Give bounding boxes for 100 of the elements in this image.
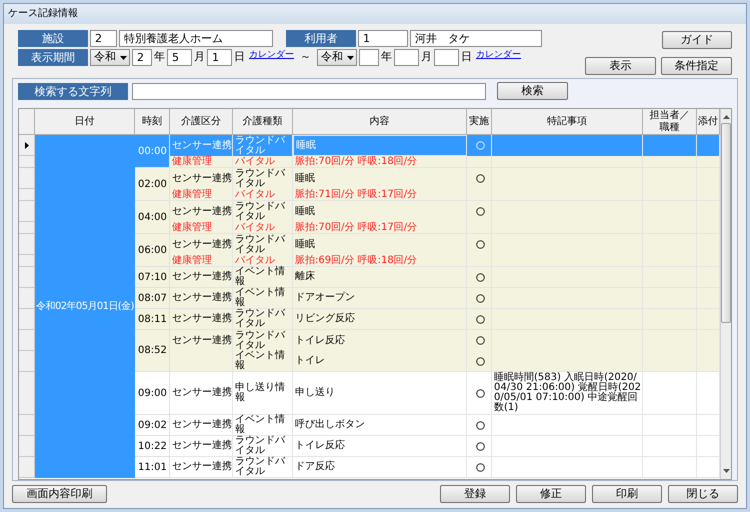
table-cell: ラウンドバイタル (233, 135, 293, 156)
table-cell: ドア反応 (293, 457, 467, 478)
time-cell: 08:11 (135, 309, 170, 330)
table-cell: 脈拍:70回/分 呼吸:18回/分 (293, 156, 467, 168)
table-cell: トイレ反応 (293, 330, 467, 351)
time-cell: 06:00 (135, 234, 170, 267)
action-button[interactable]: 画面内容印刷 (12, 485, 107, 503)
calendar-link[interactable]: カレンダー (249, 49, 294, 62)
scrollbar[interactable] (720, 109, 731, 479)
table-cell: 健康管理 (170, 189, 233, 201)
table-cell: リビング反応 (293, 309, 467, 330)
column-header[interactable]: 添付 (697, 109, 720, 135)
input-field[interactable]: 河井 タケ (410, 30, 542, 47)
time-cell: 02:00 (135, 168, 170, 201)
table-cell: センサー連携 (170, 457, 233, 478)
table-cell: 健康管理 (170, 255, 233, 267)
table-cell: 呼び出しボタン (293, 415, 467, 436)
time-cell: 08:52 (135, 330, 170, 372)
table-cell: センサー連携 (170, 267, 233, 288)
input-field[interactable]: 1 (207, 49, 232, 66)
input-field[interactable] (434, 49, 459, 66)
unit-label: 年 (154, 49, 165, 66)
circle-icon (476, 314, 484, 324)
table-cell: センサー連携 (170, 201, 233, 222)
search-field[interactable] (132, 82, 486, 100)
table-cell: ラウンドバイタル (233, 309, 293, 330)
field-label: 表示期間 (18, 49, 88, 66)
table-cell: トイレ (293, 351, 467, 372)
time-cell: 09:02 (135, 415, 170, 436)
table-cell: ドアオープン (293, 288, 467, 309)
table-cell: センサー連携 (170, 135, 233, 156)
table-cell: ラウンドバイタル (233, 201, 293, 222)
action-button[interactable]: ガイド (662, 31, 732, 49)
caret-icon (120, 56, 127, 60)
action-button[interactable]: 表示 (585, 57, 656, 75)
action-button[interactable]: 修正 (516, 485, 586, 503)
table-cell (697, 156, 720, 168)
column-header[interactable]: 担当者／職種 (643, 109, 697, 135)
table-cell (697, 351, 720, 372)
column-header[interactable]: 日付 (35, 109, 135, 135)
column-header[interactable]: 時刻 (135, 109, 170, 135)
table-cell: イベント情報 (233, 267, 293, 288)
input-field[interactable]: 5 (167, 49, 192, 66)
table-cell: 睡眠 (293, 168, 467, 189)
column-header[interactable]: 介護種類 (233, 109, 293, 135)
action-button[interactable]: 閉じる (668, 485, 738, 503)
action-button[interactable]: 印刷 (592, 485, 662, 503)
era-select[interactable]: 令和 (317, 49, 357, 66)
column-header[interactable]: 実施 (467, 109, 492, 135)
code-field[interactable]: 1 (358, 30, 408, 47)
column-header[interactable]: 介護区分 (170, 109, 233, 135)
scroll-up-icon[interactable] (722, 115, 730, 119)
range-separator: ～ (300, 49, 311, 66)
current-row-icon (24, 142, 28, 148)
action-button[interactable]: 登録 (440, 485, 510, 503)
input-field[interactable] (359, 49, 379, 66)
table-cell: バイタル (233, 189, 293, 201)
calendar-link[interactable]: カレンダー (476, 49, 521, 62)
table-cell: 健康管理 (170, 222, 233, 234)
input-field[interactable]: 特別養護老人ホーム (119, 30, 273, 47)
table-cell: 申し送り情報 (233, 372, 293, 415)
table-cell (643, 156, 697, 168)
action-button[interactable]: 検索 (497, 82, 568, 100)
scroll-down-icon[interactable] (722, 469, 730, 473)
field-label: 施設 (18, 30, 88, 47)
table-cell: ラウンドバイタル (233, 457, 293, 478)
table-cell (643, 351, 697, 372)
table-cell (697, 201, 720, 222)
caret-icon (347, 56, 354, 60)
table-cell: 睡眠 (293, 135, 467, 156)
table-cell: ラウンドバイタル (233, 234, 293, 255)
circle-icon (476, 272, 484, 282)
table-cell: センサー連携 (170, 436, 233, 457)
field-label: 検索する文字列 (18, 82, 128, 100)
date-cell: 令和02年05月01日(金) (35, 135, 135, 478)
circle-icon (476, 462, 484, 472)
action-button[interactable]: 条件指定 (661, 57, 732, 75)
column-header[interactable]: 内容 (293, 109, 467, 135)
table-cell: 脈拍:71回/分 呼吸:17回/分 (293, 189, 467, 201)
table-cell: センサー連携 (170, 309, 233, 330)
unit-label: 月 (194, 49, 205, 66)
era-select[interactable]: 令和 (90, 49, 130, 66)
table-cell: ラウンドバイタル (233, 436, 293, 457)
circle-icon (476, 420, 484, 430)
table-cell (643, 135, 697, 156)
table-cell (643, 436, 697, 457)
input-field[interactable]: 2 (132, 49, 152, 66)
table-cell: ラウンドバイタル (233, 330, 293, 351)
time-cell: 11:01 (135, 457, 170, 478)
table-cell (697, 267, 720, 288)
column-header[interactable]: 特記事項 (492, 109, 643, 135)
circle-icon (476, 356, 484, 366)
scroll-thumb[interactable] (721, 123, 731, 323)
row-selector[interactable] (19, 135, 35, 156)
table-cell: ラウンドバイタル (233, 168, 293, 189)
table-cell: バイタル (233, 255, 293, 267)
input-field[interactable]: 2 (90, 30, 117, 47)
circle-icon (476, 207, 484, 216)
table-cell: センサー連携 (170, 372, 233, 415)
input-field[interactable] (394, 49, 419, 66)
